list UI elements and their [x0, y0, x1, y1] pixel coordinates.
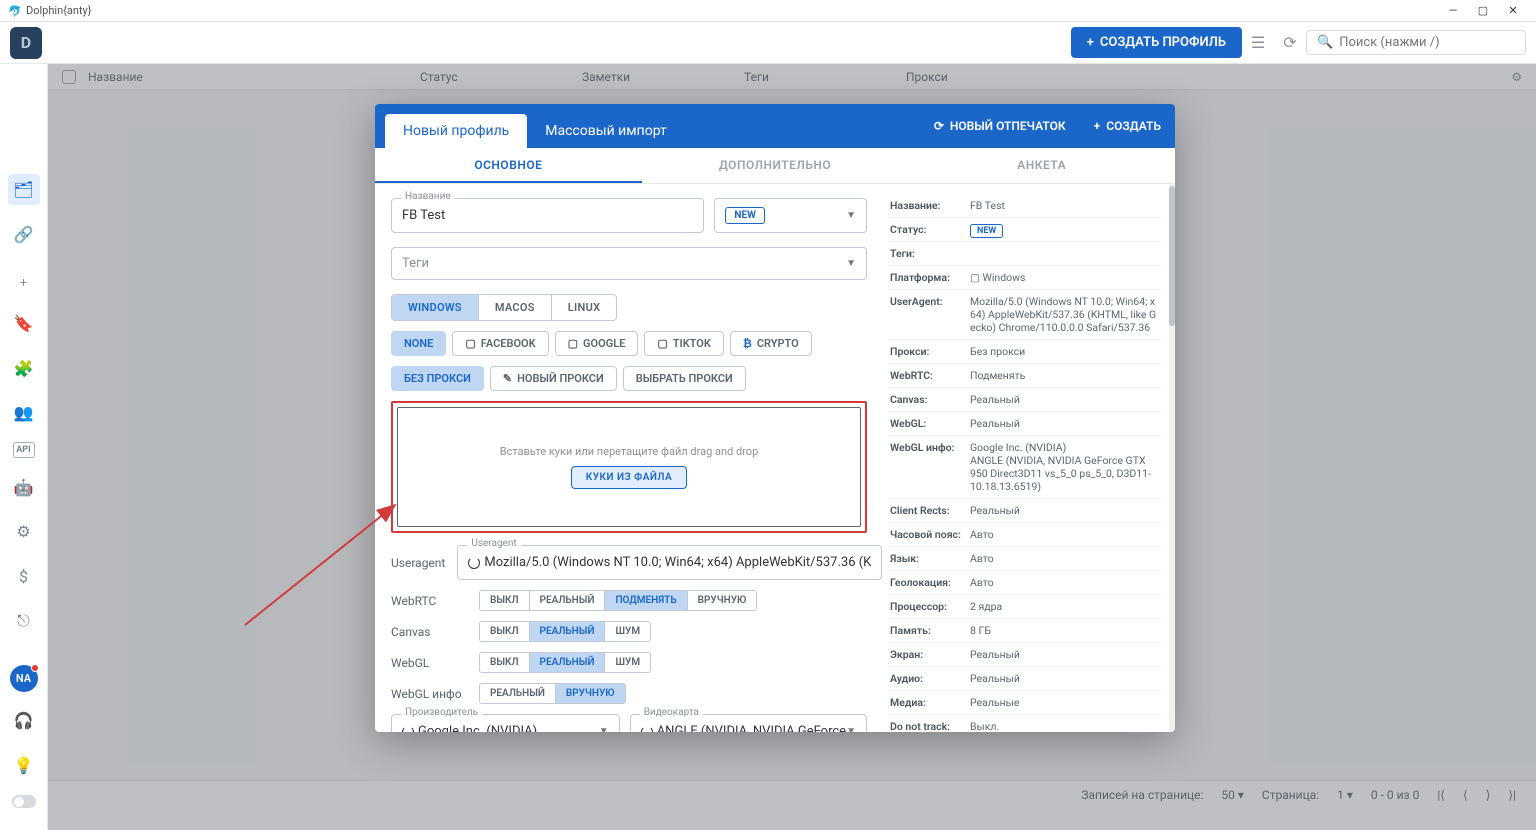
left-nav: 🗂 🔗 ﹢ 🔖 🧩 👥 API 🤖 ⚙ $ ⎋ NA 🎧 💡	[0, 64, 48, 830]
canvas-real[interactable]: РЕАЛЬНЫЙ	[530, 622, 606, 641]
nav-logout-icon[interactable]: ⎋	[8, 606, 40, 637]
webrtc-segment: ВЫКЛ РЕАЛЬНЫЙ ПОДМЕНЯТЬ ВРУЧНУЮ	[479, 590, 757, 611]
os-windows[interactable]: WINDOWS	[392, 295, 479, 320]
nav-support-icon[interactable]: 🎧	[8, 706, 40, 737]
site-chips: NONE ▢FACEBOOK ▢GOOGLE ▢TIKTOK ₿CRYPTO	[391, 331, 867, 356]
webglinfo-segment: РЕАЛЬНЫЙ ВРУЧНУЮ	[479, 683, 626, 704]
webgl-off[interactable]: ВЫКЛ	[480, 653, 530, 672]
nav-bookmark-icon[interactable]: 🔖	[8, 308, 40, 339]
modal-subtabs: ОСНОВНОЕ ДОПОЛНИТЕЛЬНО АНКЕТА	[375, 148, 1175, 184]
nav-team-icon[interactable]: 👥	[8, 398, 40, 429]
canvas-segment: ВЫКЛ РЕАЛЬНЫЙ ШУМ	[479, 621, 651, 642]
modal-form-column: Название NEW ▼ Теги ▼ WINDOWS MACOS LINU…	[375, 184, 883, 732]
nav-api-icon[interactable]: API	[13, 442, 35, 457]
windows-icon: ▢	[970, 271, 983, 284]
site-crypto[interactable]: ₿CRYPTO	[730, 331, 812, 356]
close-button[interactable]: ✕	[1498, 4, 1528, 17]
create-profile-modal: Новый профиль Массовый импорт ⟳НОВЫЙ ОТП…	[375, 104, 1175, 732]
webrtc-real[interactable]: РЕАЛЬНЫЙ	[530, 591, 606, 610]
chevron-down-icon: ▼	[846, 726, 856, 732]
maximize-button[interactable]: ▢	[1468, 4, 1498, 17]
crypto-icon: ₿	[743, 337, 752, 350]
site-google[interactable]: ▢GOOGLE	[555, 331, 639, 356]
proxy-select[interactable]: ВЫБРАТЬ ПРОКСИ	[623, 366, 746, 391]
app-logo: D	[10, 27, 42, 59]
refresh-icon[interactable]: ⟳	[1274, 27, 1306, 59]
os-linux[interactable]: LINUX	[552, 295, 617, 320]
nav-automation-icon[interactable]: 🤖	[8, 472, 40, 503]
modal-tab-mass-import[interactable]: Массовый импорт	[527, 114, 684, 148]
minimize-button[interactable]: —	[1438, 4, 1468, 17]
profile-name-input[interactable]	[391, 198, 704, 233]
modal-create-button[interactable]: +СОЗДАТЬ	[1080, 119, 1175, 133]
edit-icon: ✎	[503, 372, 512, 385]
modal-scrollbar[interactable]	[1169, 184, 1175, 732]
plus-icon: +	[1087, 35, 1094, 50]
refresh-icon: ⟳	[934, 119, 944, 133]
nav-billing-icon[interactable]: $	[8, 561, 40, 592]
app-topbar: D + СОЗДАТЬ ПРОФИЛЬ ☰ ⟳ 🔍	[0, 22, 1536, 64]
cookie-drop-zone[interactable]: Вставьте куки или перетащите файл drag a…	[397, 407, 861, 527]
webrtc-manual[interactable]: ВРУЧНУЮ	[688, 591, 757, 610]
modal-summary-column: Название:FB Test Статус:NEW Теги: Платфо…	[883, 184, 1169, 732]
user-avatar[interactable]: NA	[10, 665, 38, 692]
google-icon: ▢	[568, 337, 578, 350]
search-input-wrap[interactable]: 🔍	[1306, 30, 1526, 55]
window-title: Dolphin{anty}	[26, 4, 91, 17]
webrtc-substitute[interactable]: ПОДМЕНЯТЬ	[605, 591, 687, 610]
modal-header: Новый профиль Массовый импорт ⟳НОВЫЙ ОТП…	[375, 104, 1175, 148]
os-segment: WINDOWS MACOS LINUX	[391, 294, 617, 321]
status-dropdown[interactable]: NEW ▼	[714, 198, 867, 233]
webglinfo-real[interactable]: РЕАЛЬНЫЙ	[480, 684, 556, 703]
cookie-from-file-button[interactable]: КУКИ ИЗ ФАЙЛА	[571, 466, 687, 489]
filter-icon[interactable]: ☰	[1242, 27, 1274, 59]
plus-icon: +	[1094, 119, 1101, 133]
chevron-down-icon: ▼	[846, 258, 856, 269]
os-macos[interactable]: MACOS	[479, 295, 552, 320]
webgl-real[interactable]: РЕАЛЬНЫЙ	[530, 653, 606, 672]
new-fingerprint-button[interactable]: ⟳НОВЫЙ ОТПЕЧАТОК	[920, 119, 1080, 133]
create-profile-button[interactable]: + СОЗДАТЬ ПРОФИЛЬ	[1071, 27, 1242, 58]
search-icon: 🔍	[1317, 35, 1333, 50]
window-titlebar: 🐬 Dolphin{anty} — ▢ ✕	[0, 0, 1536, 22]
tags-dropdown[interactable]: Теги ▼	[391, 247, 867, 280]
site-facebook[interactable]: ▢FACEBOOK	[452, 331, 548, 356]
subtab-questionnaire[interactable]: АНКЕТА	[908, 148, 1175, 183]
subtab-additional[interactable]: ДОПОЛНИТЕЛЬНО	[642, 148, 909, 183]
chevron-down-icon: ▼	[846, 210, 856, 221]
nav-profiles-icon[interactable]: 🗂	[8, 174, 40, 205]
modal-tab-new-profile[interactable]: Новый профиль	[385, 114, 527, 148]
search-input[interactable]	[1339, 35, 1515, 50]
site-none[interactable]: NONE	[391, 331, 446, 356]
subtab-main[interactable]: ОСНОВНОЕ	[375, 148, 642, 183]
refresh-icon	[402, 726, 414, 733]
facebook-icon: ▢	[465, 337, 475, 350]
refresh-icon	[641, 726, 653, 733]
webgl-segment: ВЫКЛ РЕАЛЬНЫЙ ШУМ	[479, 652, 651, 673]
theme-toggle[interactable]	[12, 795, 36, 808]
proxy-new[interactable]: ✎НОВЫЙ ПРОКСИ	[490, 366, 617, 391]
tiktok-icon: ▢	[657, 337, 667, 350]
proxy-chips: БЕЗ ПРОКСИ ✎НОВЫЙ ПРОКСИ ВЫБРАТЬ ПРОКСИ	[391, 366, 867, 391]
refresh-icon	[468, 557, 480, 569]
nav-link-icon[interactable]: 🔗	[8, 219, 40, 250]
canvas-noise[interactable]: ШУМ	[605, 622, 650, 641]
chevron-down-icon: ▼	[599, 726, 609, 732]
nav-idea-icon[interactable]: 💡	[8, 750, 40, 781]
nav-add-icon[interactable]: ﹢	[8, 263, 40, 294]
canvas-off[interactable]: ВЫКЛ	[480, 622, 530, 641]
nav-extensions-icon[interactable]: 🧩	[8, 353, 40, 384]
cookies-highlight-box: Вставьте куки или перетащите файл drag a…	[391, 401, 867, 533]
site-tiktok[interactable]: ▢TIKTOK	[644, 331, 723, 356]
webgl-noise[interactable]: ШУМ	[605, 653, 650, 672]
proxy-none[interactable]: БЕЗ ПРОКСИ	[391, 366, 484, 391]
nav-settings-icon[interactable]: ⚙	[8, 516, 40, 547]
webglinfo-manual[interactable]: ВРУЧНУЮ	[556, 684, 625, 703]
useragent-input[interactable]: Mozilla/5.0 (Windows NT 10.0; Win64; x64…	[457, 545, 882, 580]
webrtc-off[interactable]: ВЫКЛ	[480, 591, 530, 610]
